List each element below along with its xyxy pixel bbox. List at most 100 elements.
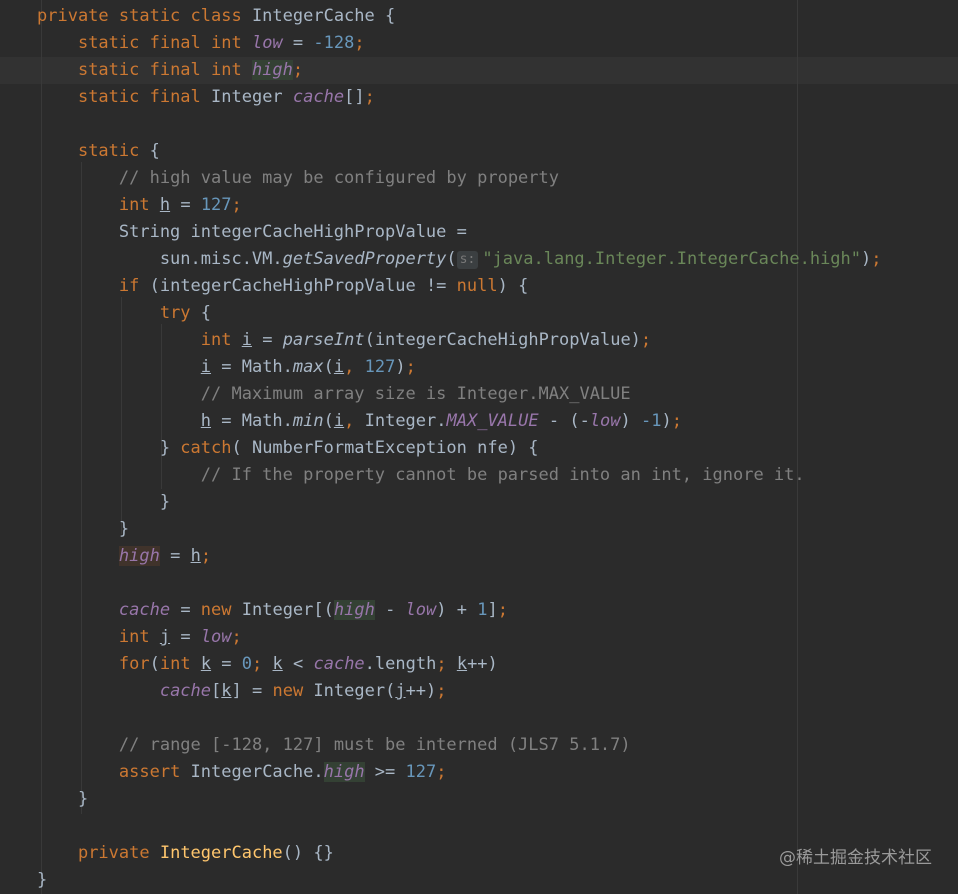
- code-line[interactable]: int h = 127;: [37, 192, 242, 219]
- code-token: -1: [641, 411, 662, 431]
- code-line[interactable]: }: [37, 867, 47, 894]
- code-token: ;: [405, 357, 416, 377]
- code-token: ;: [671, 411, 682, 431]
- code-line[interactable]: for(int k = 0; k < cache.length; k++): [37, 651, 498, 678]
- code-line[interactable]: high = h;: [37, 543, 211, 570]
- code-token: {: [149, 141, 160, 161]
- code-token: (integerCacheHighPropValue !=: [149, 276, 457, 296]
- code-token: ;: [231, 195, 242, 215]
- code-line[interactable]: // high value may be configured by prope…: [37, 165, 559, 192]
- code-token: =: [170, 600, 201, 620]
- code-token: high: [323, 762, 365, 782]
- code-line[interactable]: }: [37, 489, 170, 516]
- code-line[interactable]: static final Integer cache[];: [37, 84, 375, 111]
- code-line[interactable]: static {: [37, 138, 160, 165]
- code-token: ;: [292, 60, 304, 80]
- code-line[interactable]: assert IntegerCache.high >= 127;: [37, 759, 446, 786]
- code-token: Integer: [211, 87, 293, 107]
- code-token: ] =: [231, 681, 273, 701]
- code-token: (: [149, 654, 160, 674]
- right-margin-guide: [797, 0, 798, 894]
- code-token: h: [190, 546, 201, 566]
- code-token: [: [211, 681, 222, 701]
- code-token: cache: [159, 681, 212, 701]
- code-line[interactable]: sun.misc.VM.getSavedProperty(s: "java.lan…: [37, 246, 882, 273]
- code-token: ) +: [436, 600, 478, 620]
- code-token: high: [118, 546, 160, 566]
- code-token: j: [159, 627, 171, 647]
- code-line[interactable]: i = Math.max(i, 127);: [37, 354, 416, 381]
- code-token: low: [589, 411, 621, 431]
- code-token: max: [292, 357, 324, 377]
- code-token: i: [200, 357, 212, 377]
- code-token: k: [200, 654, 212, 674]
- code-line[interactable]: try {: [37, 300, 211, 327]
- code-token: -: [374, 600, 406, 620]
- code-token: =: [170, 195, 201, 215]
- code-line[interactable]: }: [37, 516, 129, 543]
- code-line[interactable]: cache[k] = new Integer(j++);: [37, 678, 447, 705]
- code-token: low: [251, 33, 283, 53]
- watermark: @稀土掘金技术社区: [779, 848, 932, 868]
- code-line[interactable]: int j = low;: [37, 624, 242, 651]
- code-token: <: [282, 654, 314, 674]
- code-token: }: [37, 519, 130, 539]
- code-line[interactable]: static final int high;: [37, 57, 303, 84]
- code-line[interactable]: private static class IntegerCache {: [37, 3, 395, 30]
- code-line[interactable]: h = Math.min(i, Integer.MAX_VALUE - (-lo…: [37, 408, 682, 435]
- code-token: []: [344, 87, 365, 107]
- code-token: // If the property cannot be parsed into…: [200, 465, 805, 485]
- code-line[interactable]: } catch( NumberFormatException nfe) {: [37, 435, 539, 462]
- code-line[interactable]: static final int low = -128;: [37, 30, 365, 57]
- code-token: ,: [344, 357, 365, 377]
- code-line[interactable]: }: [37, 786, 88, 813]
- code-token: =: [251, 330, 283, 350]
- code-token: private: [77, 843, 160, 863]
- code-token: ]: [487, 600, 498, 620]
- code-token: new: [200, 600, 242, 620]
- code-line[interactable]: // range [-128, 127] must be interned (J…: [37, 732, 631, 759]
- code-token: ( NumberFormatException nfe) {: [231, 438, 539, 458]
- code-line[interactable]: // If the property cannot be parsed into…: [37, 462, 805, 489]
- code-line[interactable]: private IntegerCache() {}: [37, 840, 334, 867]
- code-token: (: [446, 249, 457, 269]
- code-line[interactable]: cache = new Integer[(high - low) + 1];: [37, 597, 508, 624]
- code-token: // Maximum array size is Integer.MAX_VAL…: [200, 384, 631, 404]
- code-line[interactable]: if (integerCacheHighPropValue != null) {: [37, 273, 528, 300]
- code-token: ): [861, 249, 872, 269]
- code-token: ): [661, 411, 672, 431]
- code-editor[interactable]: private static class IntegerCache { stat…: [0, 0, 958, 894]
- code-token: parseInt: [282, 330, 365, 350]
- code-line[interactable]: String integerCacheHighPropValue =: [37, 219, 467, 246]
- code-token: 1: [477, 600, 488, 620]
- code-token: ;: [354, 33, 365, 53]
- code-token: .length: [364, 654, 437, 674]
- code-line[interactable]: int i = parseInt(integerCacheHighPropVal…: [37, 327, 651, 354]
- code-token: -128: [313, 33, 355, 53]
- code-token: }: [37, 870, 48, 890]
- code-token: IntegerCache: [159, 843, 283, 863]
- code-line[interactable]: // Maximum array size is Integer.MAX_VAL…: [37, 381, 631, 408]
- code-token: 127: [364, 357, 396, 377]
- parameter-hint: s:: [456, 251, 479, 269]
- code-token: getSavedProperty: [282, 249, 447, 269]
- code-token: - (-: [538, 411, 590, 431]
- code-token: () {}: [282, 843, 334, 863]
- code-token: =: [159, 546, 191, 566]
- code-token: cache: [118, 600, 171, 620]
- code-token: ;: [252, 654, 273, 674]
- code-token: ;: [871, 249, 882, 269]
- code-token: try: [159, 303, 201, 323]
